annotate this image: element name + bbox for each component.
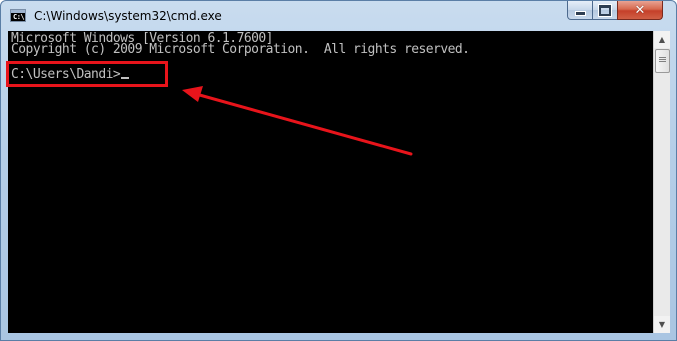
minimize-button[interactable]	[567, 1, 593, 20]
title-bar[interactable]: C:\ C:\Windows\system32\cmd.exe ✕	[1, 1, 676, 31]
prompt-highlight-box	[6, 61, 168, 87]
maximize-icon	[598, 3, 612, 17]
maximize-button[interactable]	[592, 1, 618, 20]
close-button[interactable]: ✕	[617, 1, 663, 20]
cmd-app-icon[interactable]: C:\	[10, 9, 26, 22]
close-icon: ✕	[634, 2, 646, 18]
window-title: C:\Windows\system32\cmd.exe	[34, 9, 222, 23]
vertical-scrollbar[interactable]: ▲ ▼	[653, 31, 670, 333]
cmd-window: C:\ C:\Windows\system32\cmd.exe ✕ Micros…	[0, 0, 677, 341]
scrollbar-thumb[interactable]	[655, 49, 670, 73]
console-line-copyright: Copyright (c) 2009 Microsoft Corporation…	[11, 42, 470, 57]
minimize-icon	[574, 10, 586, 16]
scroll-down-button[interactable]: ▼	[654, 316, 670, 333]
scroll-down-arrow-icon: ▼	[658, 319, 666, 329]
scroll-up-button[interactable]: ▲	[654, 31, 670, 48]
scroll-up-arrow-icon: ▲	[658, 34, 666, 44]
